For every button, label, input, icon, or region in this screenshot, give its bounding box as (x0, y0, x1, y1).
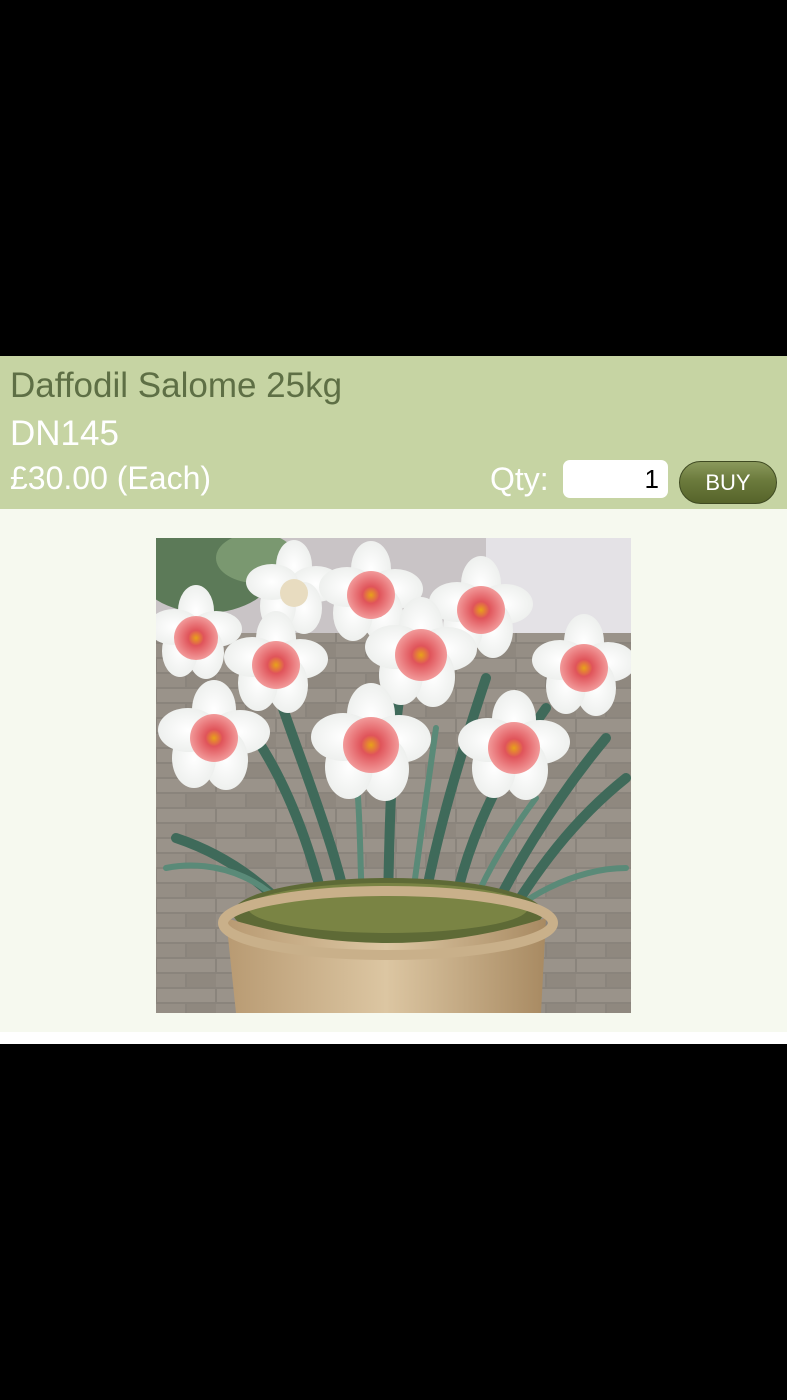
qty-input[interactable] (563, 460, 668, 498)
daffodil-photo (156, 538, 631, 1013)
content-bottom-border (0, 1032, 787, 1044)
product-header: Daffodil Salome 25kg DN145 £30.00 (Each)… (0, 356, 787, 509)
product-price: £30.00 (Each) (10, 460, 212, 496)
top-letterbox (0, 0, 787, 356)
product-image[interactable] (156, 538, 631, 1013)
buy-button[interactable]: BUY (679, 461, 777, 504)
product-code: DN145 (10, 414, 119, 453)
product-content (0, 509, 787, 1032)
bottom-letterbox (0, 1044, 787, 1400)
qty-label: Qty: (490, 461, 549, 497)
product-name: Daffodil Salome 25kg (10, 366, 343, 405)
